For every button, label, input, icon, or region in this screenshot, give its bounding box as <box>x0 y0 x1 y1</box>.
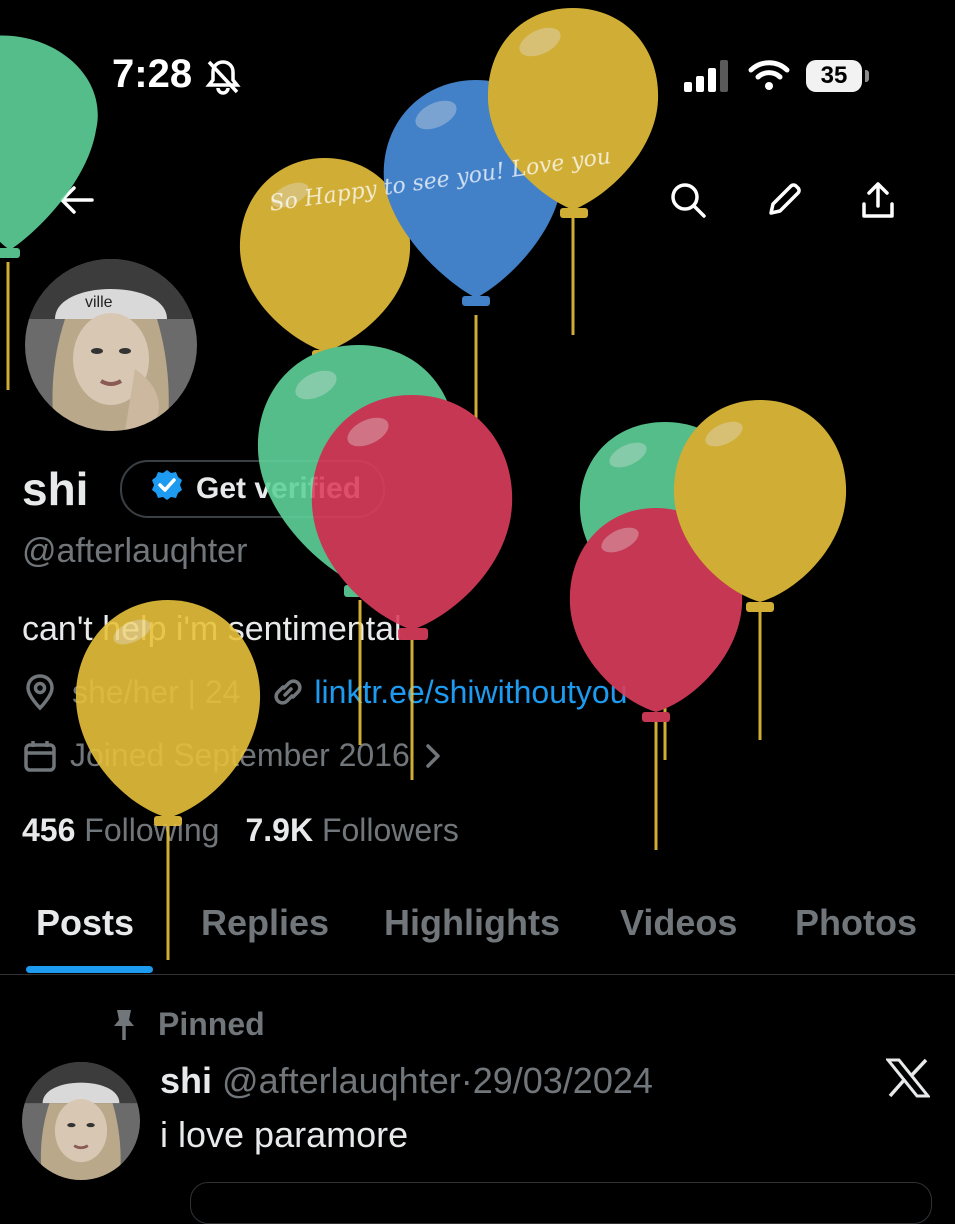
post-author-name[interactable]: shi <box>160 1060 212 1101</box>
following-stat[interactable]: 456 Following <box>22 812 219 849</box>
battery-icon: 35 <box>806 60 862 92</box>
search-icon[interactable] <box>664 176 712 224</box>
profile-name: shi <box>22 463 89 515</box>
status-time: 7:28 <box>112 52 193 96</box>
post-text: i love paramore <box>160 1114 409 1155</box>
wifi-icon <box>748 58 790 97</box>
edit-pencil-icon[interactable] <box>760 176 808 224</box>
balloon-yellow-top <box>487 8 659 218</box>
followers-stat[interactable]: 7.9K Followers <box>245 812 458 849</box>
balloon-green-left <box>0 35 98 258</box>
profile-link[interactable]: linktr.ee/shiwithoutyou <box>314 674 627 711</box>
profile-meta-row: she/her | 24 linktr.ee/shiwithoutyou <box>22 673 627 711</box>
verified-badge-icon <box>150 468 184 510</box>
share-icon[interactable] <box>854 176 902 224</box>
back-arrow-icon[interactable] <box>52 176 100 224</box>
post-separator: · <box>460 1060 473 1101</box>
tab-highlights[interactable]: Highlights <box>384 896 560 944</box>
bell-muted-icon <box>205 58 241 101</box>
embedded-card[interactable] <box>190 1182 932 1224</box>
battery-tip <box>865 70 869 82</box>
post-avatar[interactable] <box>22 1062 140 1180</box>
balloon-blue <box>383 80 563 306</box>
calendar-icon <box>22 738 58 774</box>
profile-handle: @afterlauqhter <box>22 532 248 570</box>
pin-icon <box>108 1008 140 1042</box>
balloon-yellow-mid <box>239 158 411 360</box>
post-author-handle[interactable]: @afterlauqhter <box>222 1060 461 1101</box>
post-header: shi @afterlauqhter·29/03/2024 <box>160 1060 653 1102</box>
profile-tabs: Posts Replies Highlights Videos Photos <box>0 896 955 975</box>
tab-videos[interactable]: Videos <box>620 896 737 944</box>
profile-avatar[interactable]: ville <box>22 256 200 434</box>
chevron-right-icon <box>424 742 442 770</box>
x-logo-icon <box>884 1058 932 1103</box>
handwritten-overlay-text: So Happy to see you! Love you <box>267 144 613 217</box>
tab-replies[interactable]: Replies <box>201 896 329 944</box>
joined-text: Joined September 2016 <box>70 737 410 773</box>
tab-photos[interactable]: Photos <box>795 896 917 944</box>
svg-text:ville: ville <box>85 294 113 311</box>
get-verified-label: Get verified <box>196 472 362 505</box>
follow-stats: 456 Following 7.9K Followers <box>22 812 459 849</box>
post-date[interactable]: 29/03/2024 <box>473 1060 653 1101</box>
active-tab-indicator <box>26 966 153 973</box>
link-icon <box>270 674 306 710</box>
get-verified-button[interactable]: Get verified <box>120 460 386 518</box>
tab-posts[interactable]: Posts <box>36 896 134 944</box>
balloon-green-right <box>579 422 751 630</box>
pinned-text: Pinned <box>158 1006 265 1042</box>
location-icon <box>22 673 58 711</box>
joined-row[interactable]: Joined September 2016 <box>22 737 442 774</box>
profile-bio: can't help i'm sentimental <box>22 610 402 648</box>
pronouns-text: she/her | 24 <box>72 673 241 710</box>
signal-icon <box>684 60 732 97</box>
balloon-yellow-right <box>673 400 847 612</box>
pinned-label-row: Pinned <box>108 1006 265 1043</box>
